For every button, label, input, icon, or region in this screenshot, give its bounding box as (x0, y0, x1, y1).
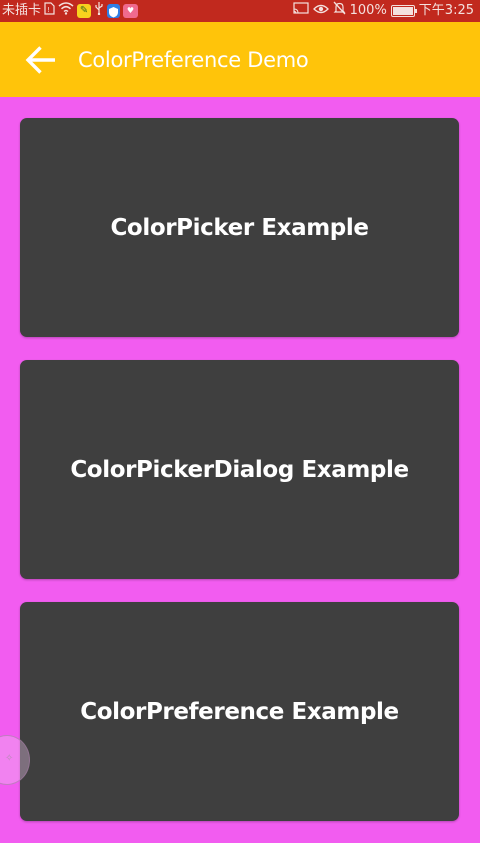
svg-text:!: ! (47, 6, 50, 14)
eye-icon (312, 0, 329, 22)
toolbar-title: ColorPreference Demo (78, 48, 309, 72)
battery-icon (390, 5, 417, 17)
app-notification-icon: ✎ (77, 4, 92, 18)
arrow-left-icon (25, 46, 55, 74)
sim-icon: ! (44, 0, 55, 22)
card-label: ColorPreference Example (80, 698, 399, 725)
colorpreference-example-button[interactable]: ColorPreference Example (20, 602, 459, 821)
usb-icon (94, 0, 104, 22)
card-label: ColorPickerDialog Example (70, 456, 409, 483)
wifi-icon (58, 0, 74, 22)
colorpicker-example-button[interactable]: ColorPicker Example (20, 118, 459, 337)
mute-icon (333, 0, 346, 22)
back-button[interactable] (22, 42, 62, 78)
colorpickerdialog-example-button[interactable]: ColorPickerDialog Example (20, 360, 459, 579)
carrier-text: 未插卡 (2, 3, 42, 18)
battery-level (392, 7, 413, 15)
assistive-icon: ✧ (5, 753, 14, 764)
cast-icon (293, 0, 309, 22)
shield-app-icon (107, 4, 121, 18)
status-bar: 未插卡 ! ✎ ♥ 100% 下午3:25 (0, 0, 480, 22)
app-toolbar: ColorPreference Demo (0, 22, 480, 97)
status-left: 未插卡 ! ✎ ♥ (2, 0, 139, 22)
clock: 下午3:25 (418, 3, 474, 18)
card-label: ColorPicker Example (110, 214, 369, 241)
app-icon: ♥ (123, 4, 139, 18)
status-right: 100% 下午3:25 (293, 0, 474, 22)
battery-percent: 100% (349, 3, 387, 18)
